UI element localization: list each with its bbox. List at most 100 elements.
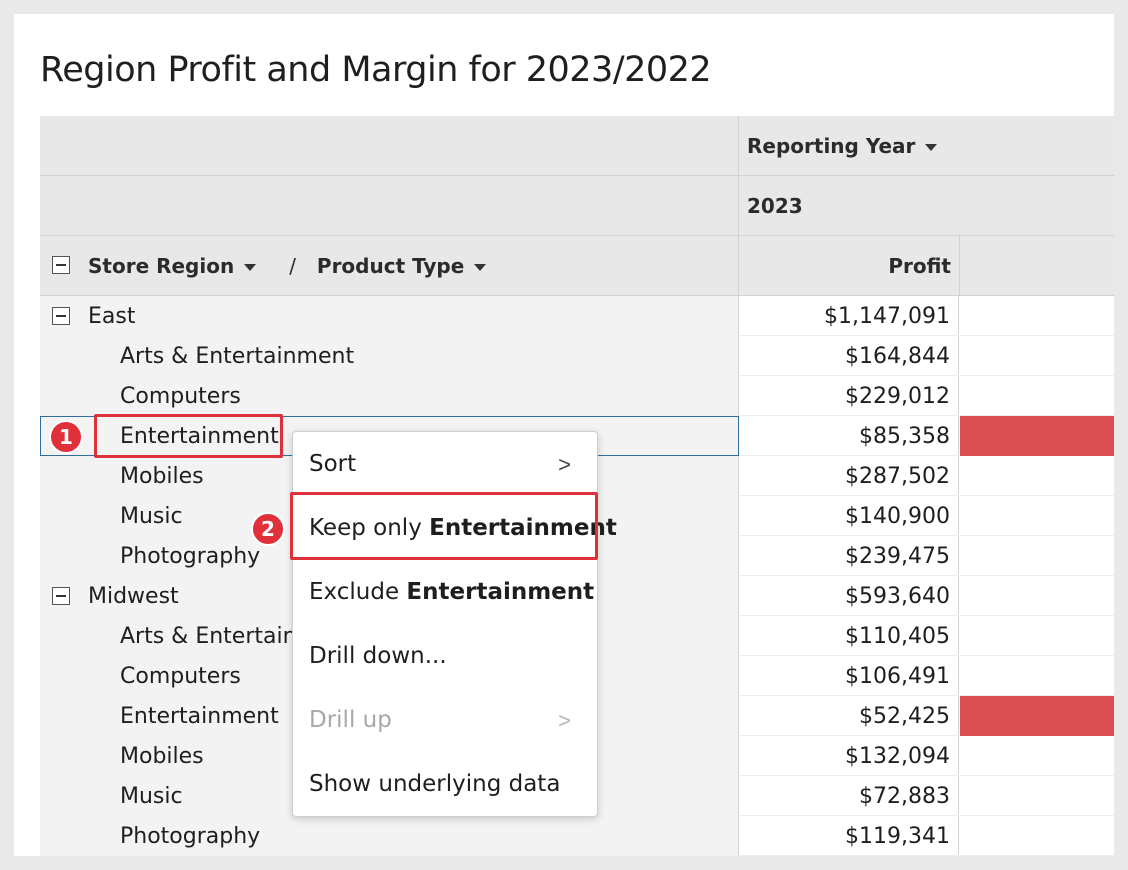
store-region-header[interactable]: Store Region bbox=[88, 254, 234, 278]
margin-cell[interactable] bbox=[960, 736, 1114, 776]
product-type-label: Photography bbox=[120, 824, 261, 849]
chevron-down-icon[interactable] bbox=[474, 264, 487, 271]
region-label: East bbox=[88, 304, 136, 329]
profit-value: $140,900 bbox=[845, 504, 950, 529]
profit-cell[interactable]: $593,640 bbox=[739, 576, 959, 616]
profit-value: $85,358 bbox=[859, 424, 950, 449]
profit-cell[interactable]: $287,502 bbox=[739, 456, 959, 496]
menu-item-exclude[interactable]: Exclude Entertainment bbox=[293, 562, 597, 624]
row-label-cell[interactable]: Computers bbox=[40, 376, 739, 416]
annotation-box-1 bbox=[94, 414, 283, 458]
product-type-label: Mobiles bbox=[120, 464, 204, 489]
profit-cell[interactable]: $1,147,091 bbox=[739, 296, 959, 336]
column-header-reporting-year[interactable]: Reporting Year bbox=[739, 116, 1114, 176]
product-type-label: Computers bbox=[120, 384, 241, 409]
highlight-bar bbox=[960, 696, 1114, 736]
row-header: Store Region / Product Type bbox=[40, 236, 739, 296]
row-label-cell[interactable]: Arts & Entertainment bbox=[40, 336, 739, 376]
annotation-box-2 bbox=[290, 492, 598, 560]
product-type-label: Computers bbox=[120, 664, 241, 689]
product-type-label: Music bbox=[120, 784, 183, 809]
margin-cell[interactable] bbox=[960, 696, 1114, 736]
menu-item-drill-up: Drill up > bbox=[293, 690, 597, 752]
product-type-label: Mobiles bbox=[120, 744, 204, 769]
row-label-cell[interactable]: East bbox=[40, 296, 739, 336]
product-type-label: Photography bbox=[120, 544, 261, 569]
header-corner-middle bbox=[40, 176, 739, 236]
table-row[interactable]: Arts & Entertainment $164,844 bbox=[40, 336, 1114, 376]
region-label: Midwest bbox=[88, 584, 179, 609]
row-label-cell[interactable]: Photography bbox=[40, 816, 739, 856]
margin-cell[interactable] bbox=[960, 296, 1114, 336]
exclude-prefix: Exclude bbox=[309, 579, 407, 605]
profit-cell[interactable]: $110,405 bbox=[739, 616, 959, 656]
year-label: 2023 bbox=[747, 194, 803, 218]
collapse-icon[interactable] bbox=[52, 307, 70, 325]
profit-value: $593,640 bbox=[845, 584, 950, 609]
profit-value: $106,491 bbox=[845, 664, 950, 689]
profit-cell[interactable]: $239,475 bbox=[739, 536, 959, 576]
margin-cell[interactable] bbox=[960, 816, 1114, 856]
margin-cell[interactable] bbox=[960, 776, 1114, 816]
profit-cell[interactable]: $229,012 bbox=[739, 376, 959, 416]
profit-value: $110,405 bbox=[845, 624, 950, 649]
profit-cell[interactable]: $52,425 bbox=[739, 696, 959, 736]
profit-label: Profit bbox=[888, 254, 951, 278]
highlight-bar bbox=[960, 416, 1114, 456]
profit-value: $1,147,091 bbox=[824, 304, 950, 329]
margin-cell[interactable] bbox=[960, 456, 1114, 496]
margin-cell[interactable] bbox=[960, 496, 1114, 536]
profit-value: $72,883 bbox=[859, 784, 950, 809]
profit-value: $132,094 bbox=[845, 744, 950, 769]
header-separator: / bbox=[289, 254, 296, 278]
profit-cell[interactable]: $106,491 bbox=[739, 656, 959, 696]
measure-header-profit[interactable]: Profit bbox=[739, 236, 960, 296]
chevron-right-icon: > bbox=[558, 708, 571, 733]
profit-cell[interactable]: $119,341 bbox=[739, 816, 959, 856]
table-row[interactable]: Computers $229,012 bbox=[40, 376, 1114, 416]
product-type-header[interactable]: Product Type bbox=[317, 254, 464, 278]
profit-value: $52,425 bbox=[859, 704, 950, 729]
margin-cell[interactable] bbox=[960, 536, 1114, 576]
column-header-year[interactable]: 2023 bbox=[739, 176, 1114, 236]
profit-cell[interactable]: $140,900 bbox=[739, 496, 959, 536]
show-data-label: Show underlying data bbox=[309, 771, 561, 797]
profit-value: $119,341 bbox=[845, 824, 950, 849]
profit-cell[interactable]: $72,883 bbox=[739, 776, 959, 816]
margin-cell[interactable] bbox=[960, 576, 1114, 616]
profit-cell[interactable]: $85,358 bbox=[739, 416, 959, 456]
margin-cell[interactable] bbox=[960, 376, 1114, 416]
profit-value: $229,012 bbox=[845, 384, 950, 409]
table-row[interactable]: Photography $119,341 bbox=[40, 816, 1114, 856]
margin-cell[interactable] bbox=[960, 416, 1114, 456]
measure-header-extra bbox=[960, 236, 1114, 296]
drill-up-label: Drill up bbox=[309, 707, 392, 733]
sort-label: Sort bbox=[309, 451, 357, 477]
menu-item-sort[interactable]: Sort > bbox=[293, 434, 597, 496]
chevron-right-icon: > bbox=[558, 452, 571, 477]
menu-item-drill-down[interactable]: Drill down... bbox=[293, 626, 597, 688]
chevron-down-icon[interactable] bbox=[925, 144, 938, 151]
profit-value: $287,502 bbox=[845, 464, 950, 489]
collapse-all-icon[interactable] bbox=[52, 256, 70, 274]
margin-cell[interactable] bbox=[960, 656, 1114, 696]
profit-value: $164,844 bbox=[845, 344, 950, 369]
chevron-down-icon[interactable] bbox=[244, 264, 257, 271]
header-corner-top bbox=[40, 116, 739, 176]
margin-cell[interactable] bbox=[960, 616, 1114, 656]
annotation-badge-2: 2 bbox=[251, 512, 285, 546]
product-type-label: Entertainment bbox=[120, 704, 279, 729]
margin-cell[interactable] bbox=[960, 336, 1114, 376]
exclude-value: Entertainment bbox=[406, 579, 595, 605]
product-type-label: Arts & Entertainment bbox=[120, 344, 355, 369]
product-type-label: Music bbox=[120, 504, 183, 529]
page-title: Region Profit and Margin for 2023/2022 bbox=[40, 50, 712, 90]
profit-cell[interactable]: $164,844 bbox=[739, 336, 959, 376]
annotation-badge-1: 1 bbox=[49, 420, 83, 454]
profit-cell[interactable]: $132,094 bbox=[739, 736, 959, 776]
group-row[interactable]: East $1,147,091 bbox=[40, 296, 1114, 336]
context-menu: Sort > Keep only Entertainment Exclude E… bbox=[292, 431, 617, 817]
collapse-icon[interactable] bbox=[52, 587, 70, 605]
drill-down-label: Drill down... bbox=[309, 643, 447, 669]
menu-item-show-underlying-data[interactable]: Show underlying data bbox=[293, 754, 597, 816]
